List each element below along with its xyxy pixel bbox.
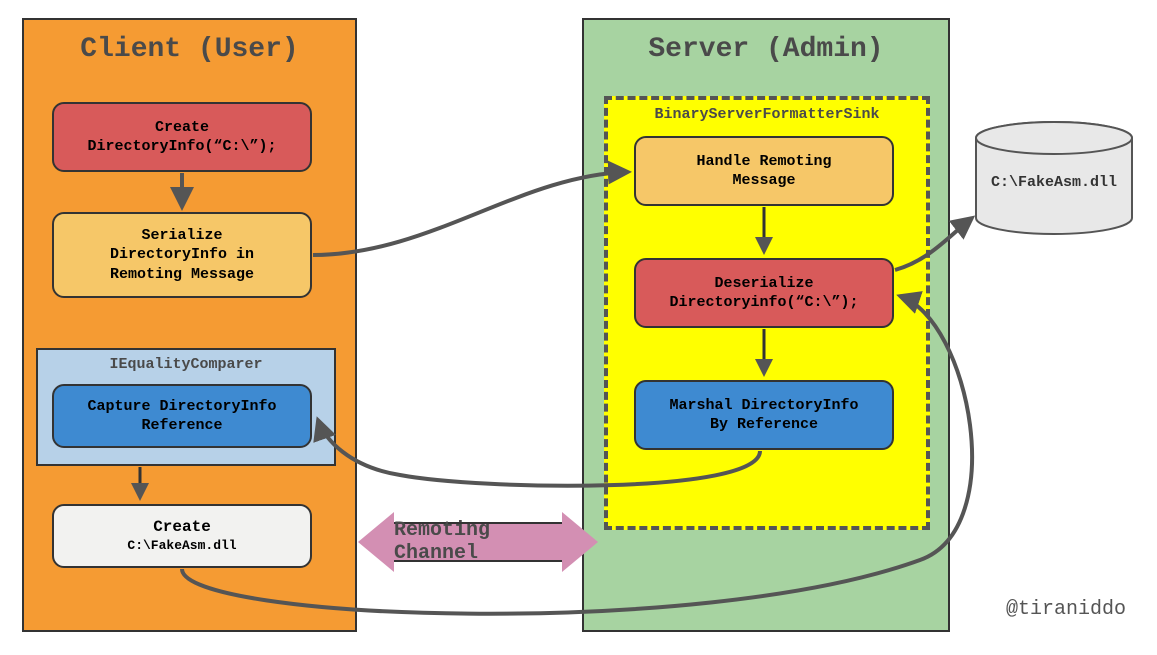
- remoting-channel-label: Remoting Channel: [394, 522, 562, 562]
- remoting-channel-arrow: Remoting Channel: [358, 512, 598, 572]
- sink-label: BinaryServerFormatterSink: [608, 106, 926, 123]
- client-create-fakeasm-l1: Create: [153, 517, 211, 538]
- server-marshal-byref: Marshal DirectoryInfo By Reference: [634, 380, 894, 450]
- client-create-dirinfo: Create DirectoryInfo(“C:\”);: [52, 102, 312, 172]
- client-serialize-dirinfo: Serialize DirectoryInfo in Remoting Mess…: [52, 212, 312, 298]
- client-create-fakeasm: Create C:\FakeAsm.dll: [52, 504, 312, 568]
- cylinder-label: C:\FakeAsm.dll: [972, 174, 1136, 191]
- client-create-fakeasm-l2: C:\FakeAsm.dll: [127, 538, 236, 555]
- fakeasm-cylinder: C:\FakeAsm.dll: [972, 120, 1136, 230]
- server-handle-message: Handle Remoting Message: [634, 136, 894, 206]
- credit-label: @tiraniddo: [1006, 598, 1126, 621]
- server-title: Server (Admin): [584, 34, 948, 65]
- server-deserialize-dirinfo: Deserialize Directoryinfo(“C:\”);: [634, 258, 894, 328]
- client-title: Client (User): [24, 34, 355, 65]
- iequalitycomparer-label: IEqualityComparer: [38, 356, 334, 373]
- client-capture-reference: Capture DirectoryInfo Reference: [52, 384, 312, 448]
